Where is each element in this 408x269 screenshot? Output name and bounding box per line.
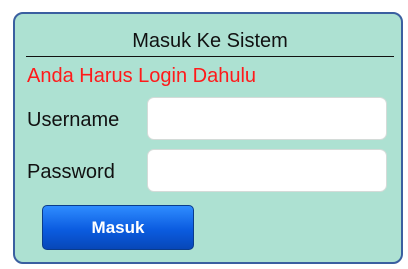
password-input[interactable] (147, 149, 387, 192)
panel-title: Masuk Ke Sistem (26, 26, 394, 57)
password-label: Password (27, 161, 115, 183)
username-input[interactable] (147, 97, 387, 140)
login-submit-button[interactable]: Masuk (42, 205, 194, 250)
login-panel: Masuk Ke Sistem Anda Harus Login Dahulu … (13, 12, 403, 264)
login-warning-message: Anda Harus Login Dahulu (27, 65, 257, 87)
username-label: Username (27, 109, 120, 131)
